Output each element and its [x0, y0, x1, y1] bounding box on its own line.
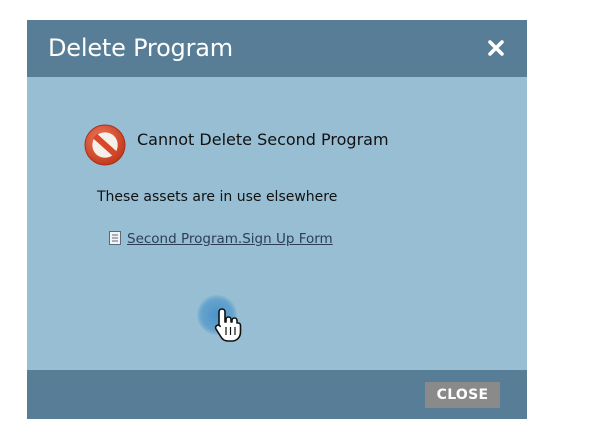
dialog-description: These assets are in use elsewhere [97, 189, 338, 205]
close-button[interactable]: CLOSE [425, 382, 500, 408]
dialog-heading: Cannot Delete Second Program [137, 130, 389, 149]
click-highlight [197, 295, 237, 335]
dialog-footer: CLOSE [27, 370, 527, 419]
close-icon[interactable] [486, 38, 506, 58]
dialog-titlebar: Delete Program [27, 20, 527, 77]
form-document-icon [109, 231, 121, 245]
hand-cursor-icon [213, 307, 243, 343]
dialog-title: Delete Program [48, 34, 233, 62]
prohibited-icon [83, 123, 127, 167]
asset-link[interactable]: Second Program.Sign Up Form [127, 231, 333, 247]
dialog-body: Cannot Delete Second Program These asset… [27, 77, 527, 370]
delete-program-dialog: Delete Program Cannot Delete Second Prog… [27, 20, 527, 419]
